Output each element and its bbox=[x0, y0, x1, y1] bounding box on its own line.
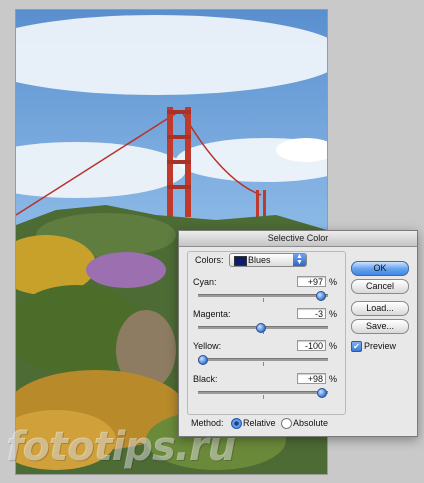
colors-label: Colors: bbox=[195, 255, 224, 265]
magenta-slider-track[interactable] bbox=[198, 323, 328, 334]
color-swatch bbox=[234, 256, 247, 266]
yellow-slider-track[interactable] bbox=[198, 355, 328, 366]
ok-button[interactable]: OK bbox=[351, 261, 409, 276]
cyan-value-field[interactable]: +97 bbox=[297, 276, 326, 287]
preview-label: Preview bbox=[364, 341, 397, 351]
save-button[interactable]: Save... bbox=[351, 319, 409, 334]
magenta-label: Magenta: bbox=[193, 309, 231, 319]
cyan-slider-track[interactable] bbox=[198, 291, 328, 302]
yellow-slider-knob[interactable] bbox=[198, 355, 208, 365]
method-absolute-label: Absolute bbox=[293, 418, 329, 428]
magenta-percent: % bbox=[329, 309, 338, 319]
cyan-percent: % bbox=[329, 277, 338, 287]
cancel-button[interactable]: Cancel bbox=[351, 279, 409, 294]
chevron-updown-icon: ▲ ▼ bbox=[293, 253, 306, 266]
load-button[interactable]: Load... bbox=[351, 301, 409, 316]
method-label: Method: bbox=[191, 418, 224, 428]
method-relative-radio[interactable] bbox=[231, 418, 242, 429]
dialog-title: Selective Color bbox=[179, 231, 417, 247]
preview-checkbox[interactable]: ✔ bbox=[351, 341, 362, 352]
black-percent: % bbox=[329, 374, 338, 384]
colors-select-value: Blues bbox=[248, 255, 271, 265]
black-slider-knob[interactable] bbox=[316, 388, 327, 398]
center-tick bbox=[263, 298, 264, 302]
cyan-label: Cyan: bbox=[193, 277, 217, 287]
yellow-label: Yellow: bbox=[193, 341, 222, 351]
colors-select[interactable]: Blues ▲ ▼ bbox=[229, 253, 307, 267]
selective-color-dialog: Selective Color Colors: Blues ▲ ▼ Cyan: +… bbox=[178, 230, 418, 437]
method-relative-label: Relative bbox=[243, 418, 276, 428]
magenta-value-field[interactable]: -3 bbox=[297, 308, 326, 319]
method-absolute-radio[interactable] bbox=[281, 418, 292, 429]
center-tick bbox=[263, 395, 264, 399]
yellow-value-field[interactable]: -100 bbox=[297, 340, 326, 351]
center-tick bbox=[263, 362, 264, 366]
black-value-field[interactable]: +98 bbox=[297, 373, 326, 384]
black-slider-track[interactable] bbox=[198, 388, 328, 399]
black-label: Black: bbox=[193, 374, 218, 384]
checkmark-icon: ✔ bbox=[353, 342, 360, 351]
yellow-percent: % bbox=[329, 341, 338, 351]
